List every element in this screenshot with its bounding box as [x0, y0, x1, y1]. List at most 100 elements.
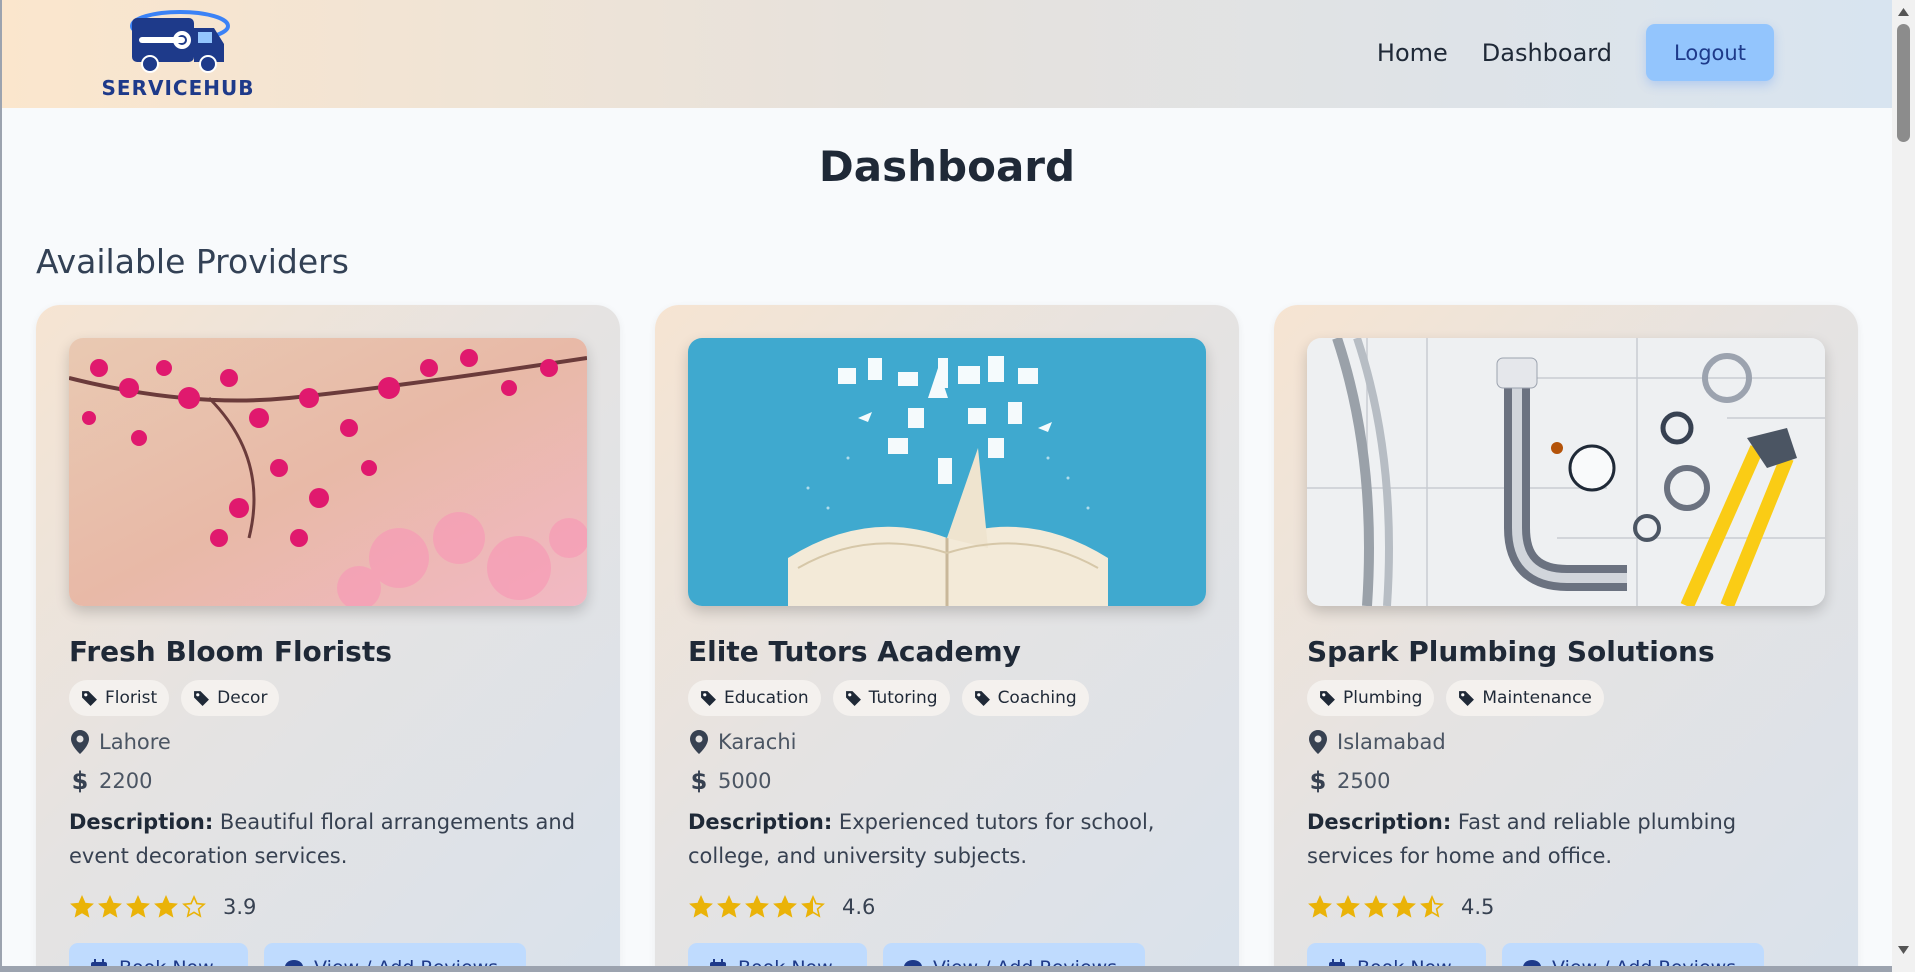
price-text: 2200	[99, 769, 153, 793]
tag-label: Coaching	[997, 688, 1077, 708]
map-pin-icon	[688, 730, 710, 754]
description-label: Description:	[688, 810, 833, 834]
view-reviews-button[interactable]: View / Add Reviews	[1502, 943, 1764, 966]
location-text: Karachi	[718, 730, 797, 754]
location-row: Islamabad	[1307, 730, 1446, 754]
provider-name: Elite Tutors Academy	[688, 635, 1021, 668]
tag-label: Maintenance	[1482, 688, 1592, 708]
card-actions: Book Now View / Add Reviews	[688, 943, 1161, 966]
provider-card: Elite Tutors Academy Education Tutoring …	[655, 305, 1239, 966]
rating-value: 4.6	[842, 895, 876, 919]
view-reviews-button[interactable]: View / Add Reviews	[883, 943, 1145, 966]
star-icon	[154, 895, 178, 918]
rating-value: 4.5	[1461, 895, 1495, 919]
tag-list: Florist Decor	[69, 680, 291, 716]
tag-label: Tutoring	[868, 688, 938, 708]
rating-row: 3.9	[69, 895, 256, 919]
star-icon	[1308, 895, 1332, 918]
star-icon	[773, 895, 797, 918]
rating-row: 4.6	[688, 895, 875, 919]
vertical-scrollbar[interactable]	[1892, 0, 1915, 972]
dollar-icon: $	[690, 767, 708, 795]
logout-button[interactable]: Logout	[1646, 24, 1774, 81]
star-icon	[1420, 895, 1444, 918]
description: Description: Fast and reliable plumbing …	[1307, 805, 1827, 873]
tag-chip: Florist	[69, 680, 170, 716]
comment-icon	[285, 960, 303, 966]
tag-chip: Maintenance	[1446, 680, 1604, 716]
rating-row: 4.5	[1307, 895, 1494, 919]
scroll-up-arrow-icon[interactable]	[1898, 8, 1909, 16]
rating-value: 3.9	[223, 895, 257, 919]
star-icon	[182, 895, 206, 918]
location-text: Islamabad	[1337, 730, 1446, 754]
star-icon	[98, 895, 122, 918]
nav-home-link[interactable]: Home	[1377, 39, 1448, 67]
tag-list: Education Tutoring Coaching	[688, 680, 1101, 716]
calendar-icon	[91, 959, 107, 966]
window-edge	[0, 0, 2, 972]
scrollbar-thumb[interactable]	[1897, 24, 1910, 142]
tag-label: Decor	[217, 688, 268, 708]
book-now-label: Book Now	[738, 957, 833, 966]
star-rating	[688, 895, 828, 919]
tag-chip: Tutoring	[832, 680, 950, 716]
view-reviews-label: View / Add Reviews	[314, 957, 498, 966]
book-now-button[interactable]: Book Now	[688, 943, 867, 966]
pink-blossom-photo	[69, 338, 587, 606]
app-viewport: SERVICEHUB Home Dashboard Logout Dashboa…	[2, 0, 1892, 966]
tag-icon	[1459, 690, 1475, 706]
provider-card: Fresh Bloom Florists Florist Decor Lahor…	[36, 305, 620, 966]
tag-icon	[701, 690, 716, 706]
page-title: Dashboard	[818, 142, 1076, 191]
book-now-button[interactable]: Book Now	[1307, 943, 1486, 966]
tag-chip: Decor	[181, 680, 280, 716]
view-reviews-label: View / Add Reviews	[933, 957, 1117, 966]
open-book-photo	[688, 338, 1206, 606]
tag-icon	[1320, 690, 1335, 706]
servicehub-logo[interactable]: SERVICEHUB	[98, 2, 258, 102]
star-icon	[1336, 895, 1360, 918]
nav-dashboard-link[interactable]: Dashboard	[1482, 39, 1612, 67]
description: Description: Beautiful floral arrangemen…	[69, 805, 589, 873]
star-rating	[69, 895, 209, 919]
provider-image	[1307, 338, 1825, 606]
top-nav: Home Dashboard Logout	[1343, 24, 1774, 81]
star-icon	[717, 895, 741, 918]
brand-name: SERVICEHUB	[101, 76, 255, 100]
tag-chip: Coaching	[961, 680, 1089, 716]
star-icon	[1364, 895, 1388, 918]
tag-label: Education	[724, 688, 809, 708]
calendar-icon	[1329, 959, 1345, 966]
tag-label: Plumbing	[1343, 688, 1423, 708]
star-icon	[126, 895, 150, 918]
header: SERVICEHUB Home Dashboard Logout	[2, 0, 1892, 108]
location-text: Lahore	[99, 730, 171, 754]
provider-name: Spark Plumbing Solutions	[1307, 635, 1715, 668]
view-reviews-label: View / Add Reviews	[1552, 957, 1736, 966]
map-pin-icon	[1307, 730, 1329, 754]
provider-card: Spark Plumbing Solutions Plumbing Mainte…	[1274, 305, 1858, 966]
book-now-button[interactable]: Book Now	[69, 943, 248, 966]
view-reviews-button[interactable]: View / Add Reviews	[264, 943, 526, 966]
star-icon	[70, 895, 94, 918]
location-row: Lahore	[69, 730, 171, 754]
plumbing-tools-photo	[1307, 338, 1825, 606]
description: Description: Experienced tutors for scho…	[688, 805, 1208, 873]
card-actions: Book Now View / Add Reviews	[69, 943, 542, 966]
van-wrench-icon	[130, 10, 230, 73]
comment-icon	[904, 960, 922, 966]
tag-list: Plumbing Maintenance	[1307, 680, 1616, 716]
scroll-down-arrow-icon[interactable]	[1898, 946, 1909, 954]
comment-icon	[1523, 960, 1541, 966]
tag-label: Florist	[105, 688, 158, 708]
card-actions: Book Now View / Add Reviews	[1307, 943, 1780, 966]
description-label: Description:	[1307, 810, 1452, 834]
price-row: $ 5000	[688, 767, 772, 795]
dollar-icon: $	[71, 767, 89, 795]
tag-chip: Education	[688, 680, 821, 716]
map-pin-icon	[69, 730, 91, 754]
tag-icon	[194, 690, 210, 706]
star-icon	[801, 895, 825, 918]
provider-image	[688, 338, 1206, 606]
